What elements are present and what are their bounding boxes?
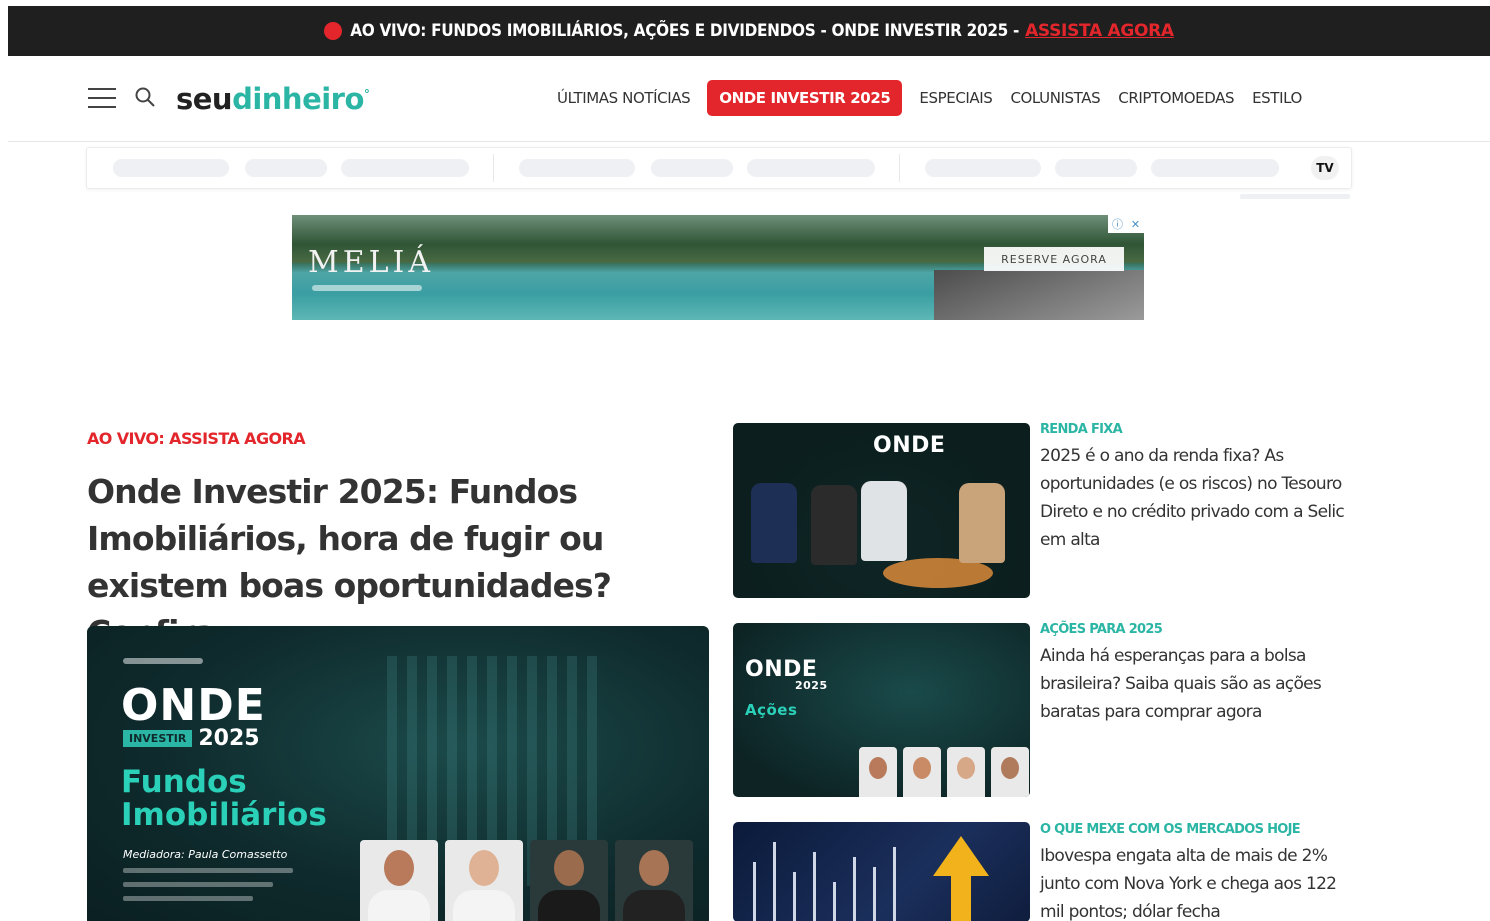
main-nav: ÚLTIMAS NOTÍCIAS ONDE INVESTIR 2025 ESPE… bbox=[548, 80, 1311, 116]
side-story-category[interactable]: RENDA FIXA bbox=[1040, 422, 1123, 437]
logo-dinheiro: dinheiro bbox=[232, 82, 364, 116]
chart-candle bbox=[853, 857, 856, 921]
speaker-photo bbox=[530, 840, 608, 921]
chart-candle bbox=[833, 882, 836, 921]
ticker-placeholder bbox=[245, 159, 327, 177]
chart-candle bbox=[753, 862, 756, 921]
live-banner-text: AO VIVO: FUNDOS IMOBILIÁRIOS, AÇÕES E DI… bbox=[350, 21, 1020, 41]
hero-image-investir: INVESTIR 2025 bbox=[123, 726, 260, 751]
live-dot-icon bbox=[324, 22, 343, 40]
side-story-title[interactable]: 2025 é o ano da renda fixa? As oportunid… bbox=[1040, 442, 1360, 554]
chart-candle bbox=[793, 872, 796, 921]
ticker-placeholder bbox=[747, 159, 875, 177]
guest-seat bbox=[751, 483, 797, 563]
ticker-placeholder bbox=[519, 159, 635, 177]
ad-info-icon[interactable]: ⓘ bbox=[1112, 216, 1123, 232]
hero-image-guest-line bbox=[123, 882, 273, 887]
hero-image-brand bbox=[123, 658, 203, 664]
up-arrow-icon bbox=[933, 836, 989, 876]
nav-estilo[interactable]: ESTILO bbox=[1252, 89, 1302, 107]
ticker-placeholder bbox=[925, 159, 1041, 177]
search-icon[interactable] bbox=[134, 86, 156, 108]
ticker-placeholder bbox=[1055, 159, 1137, 177]
side-story-title[interactable]: Ainda há esperanças para a bolsa brasile… bbox=[1040, 642, 1360, 726]
chart-candle bbox=[773, 842, 776, 921]
nav-ultimas-noticias[interactable]: ÚLTIMAS NOTÍCIAS bbox=[557, 89, 691, 107]
up-arrow-stem bbox=[951, 872, 971, 921]
ad-background-deck bbox=[934, 270, 1144, 320]
nav-colunistas[interactable]: COLUNISTAS bbox=[1010, 89, 1100, 107]
speaker-photo bbox=[859, 747, 897, 797]
site-logo[interactable]: seudinheiro° bbox=[176, 82, 370, 116]
chart-candle bbox=[873, 867, 876, 921]
side-story-image-title: ONDE bbox=[873, 433, 946, 458]
side-story-image[interactable] bbox=[733, 822, 1030, 921]
guest-seat bbox=[959, 483, 1005, 563]
nav-criptomoedas[interactable]: CRIPTOMOEDAS bbox=[1118, 89, 1234, 107]
hero-image-guest-line bbox=[123, 868, 293, 873]
side-story-image-year: 2025 bbox=[795, 679, 828, 692]
speaker-photo bbox=[445, 840, 523, 921]
hero-image-year: 2025 bbox=[198, 726, 260, 751]
chart-candle bbox=[813, 852, 816, 921]
hero-image-guest-line bbox=[123, 896, 253, 901]
ticker-placeholder bbox=[651, 159, 733, 177]
logo-seu: seu bbox=[176, 82, 233, 116]
ad-controls: ⓘ ✕ bbox=[1108, 215, 1144, 233]
side-story-title[interactable]: Ibovespa engata alta de mais de 2% junto… bbox=[1040, 842, 1360, 921]
speaker-photo bbox=[615, 840, 693, 921]
live-banner: AO VIVO: FUNDOS IMOBILIÁRIOS, AÇÕES E DI… bbox=[8, 6, 1490, 56]
hamburger-menu-icon[interactable] bbox=[88, 88, 116, 108]
speaker-photo bbox=[903, 747, 941, 797]
ad-tagline bbox=[312, 285, 422, 291]
hero-kicker[interactable]: AO VIVO: ASSISTA AGORA bbox=[87, 429, 306, 448]
side-story-image[interactable]: ONDE bbox=[733, 423, 1030, 598]
hero-image-onde: ONDE bbox=[121, 680, 266, 731]
hero-image-moderator: Mediadora: Paula Comassetto bbox=[123, 848, 288, 861]
ticker-divider bbox=[899, 154, 900, 182]
ad-close-icon[interactable]: ✕ bbox=[1131, 218, 1140, 231]
live-banner-link[interactable]: ASSISTA AGORA bbox=[1025, 21, 1174, 41]
speaker-photo bbox=[947, 747, 985, 797]
logo-mark: ° bbox=[363, 87, 370, 102]
ticker-credit bbox=[1240, 194, 1350, 199]
ad-cta-button[interactable]: RESERVE AGORA bbox=[984, 247, 1124, 271]
ticker-placeholder bbox=[1151, 159, 1279, 177]
ad-brand-logo: MELIÁ bbox=[308, 245, 435, 280]
tradingview-logo[interactable]: TV bbox=[1311, 156, 1339, 180]
chart-candle bbox=[893, 847, 896, 921]
nav-especiais[interactable]: ESPECIAIS bbox=[919, 89, 992, 107]
ticker-placeholder bbox=[341, 159, 469, 177]
speaker-photo bbox=[991, 747, 1029, 797]
nav-onde-investir-button[interactable]: ONDE INVESTIR 2025 bbox=[707, 80, 903, 116]
side-story-category[interactable]: AÇÕES PARA 2025 bbox=[1040, 622, 1163, 637]
guest-seat bbox=[811, 485, 857, 565]
side-story-category[interactable]: O QUE MEXE COM OS MERCADOS HOJE bbox=[1040, 822, 1301, 837]
hero-image[interactable]: ONDE INVESTIR 2025 Fundos Imobiliários M… bbox=[87, 626, 709, 921]
ad-banner[interactable]: MELIÁ RESERVE AGORA ⓘ ✕ bbox=[292, 215, 1144, 320]
guest-seat bbox=[861, 481, 907, 561]
side-story-image-topic: Ações bbox=[745, 701, 798, 719]
ticker-placeholder bbox=[113, 159, 229, 177]
market-ticker[interactable]: TV bbox=[86, 147, 1352, 189]
hero-image-investir-chip: INVESTIR bbox=[123, 730, 193, 747]
side-story-image[interactable]: ONDE 2025 Ações bbox=[733, 623, 1030, 797]
hero-image-topic: Fundos Imobiliários bbox=[121, 764, 327, 833]
speaker-photo bbox=[360, 840, 438, 921]
site-header: seudinheiro° ÚLTIMAS NOTÍCIAS ONDE INVES… bbox=[8, 58, 1490, 142]
ticker-divider bbox=[493, 154, 494, 182]
